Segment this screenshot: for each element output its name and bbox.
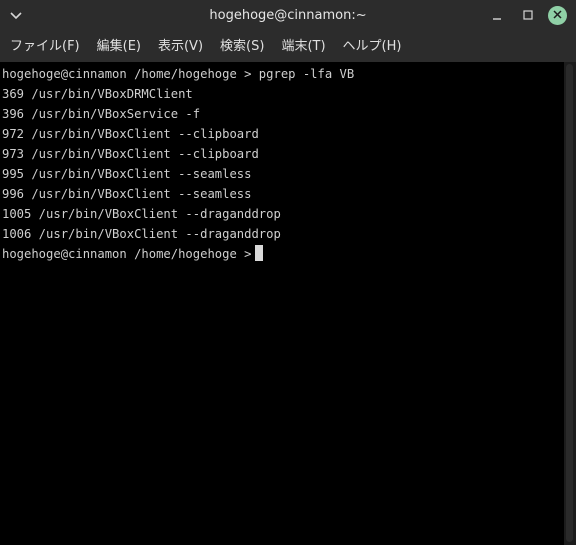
menu-file[interactable]: ファイル(F) (0, 32, 88, 62)
scrollbar-thumb[interactable] (566, 64, 573, 542)
terminal-line: 369 /usr/bin/VBoxDRMClient (2, 87, 193, 101)
scrollbar[interactable] (564, 62, 576, 545)
menu-view[interactable]: 表示(V) (149, 32, 211, 62)
menu-edit[interactable]: 編集(E) (88, 32, 149, 62)
maximize-icon (523, 9, 533, 24)
terminal-window: hogehoge@cinnamon:~ ファイル(F) 編集(E) 表示(V) … (0, 0, 576, 545)
terminal-line: 1006 /usr/bin/VBoxClient --draganddrop (2, 227, 281, 241)
prompt-text: hogehoge@cinnamon /home/hogehoge > (2, 247, 252, 261)
menu-terminal[interactable]: 端末(T) (272, 32, 333, 62)
menu-bar: ファイル(F) 編集(E) 表示(V) 検索(S) 端末(T) ヘルプ(H) (0, 32, 576, 62)
minimize-icon (492, 9, 502, 24)
minimize-button[interactable] (487, 6, 507, 26)
terminal-line: 396 /usr/bin/VBoxService -f (2, 107, 201, 121)
terminal-line: 1005 /usr/bin/VBoxClient --draganddrop (2, 207, 281, 221)
menu-help[interactable]: ヘルプ(H) (334, 32, 410, 62)
close-button[interactable] (548, 6, 567, 25)
terminal-line: 972 /usr/bin/VBoxClient --clipboard (2, 127, 259, 141)
maximize-button[interactable] (518, 6, 538, 26)
text-cursor (255, 245, 264, 261)
close-icon (553, 8, 562, 23)
prompt-line: hogehoge@cinnamon /home/hogehoge > (2, 244, 264, 264)
terminal-line: 973 /usr/bin/VBoxClient --clipboard (2, 147, 259, 161)
terminal-line: hogehoge@cinnamon /home/hogehoge > pgrep… (2, 67, 355, 81)
menu-search[interactable]: 検索(S) (211, 32, 272, 62)
terminal-line: 995 /usr/bin/VBoxClient --seamless (2, 167, 252, 181)
terminal-output[interactable]: hogehoge@cinnamon /home/hogehoge > pgrep… (0, 62, 564, 545)
title-bar: hogehoge@cinnamon:~ (0, 0, 576, 32)
terminal-line: 996 /usr/bin/VBoxClient --seamless (2, 187, 252, 201)
